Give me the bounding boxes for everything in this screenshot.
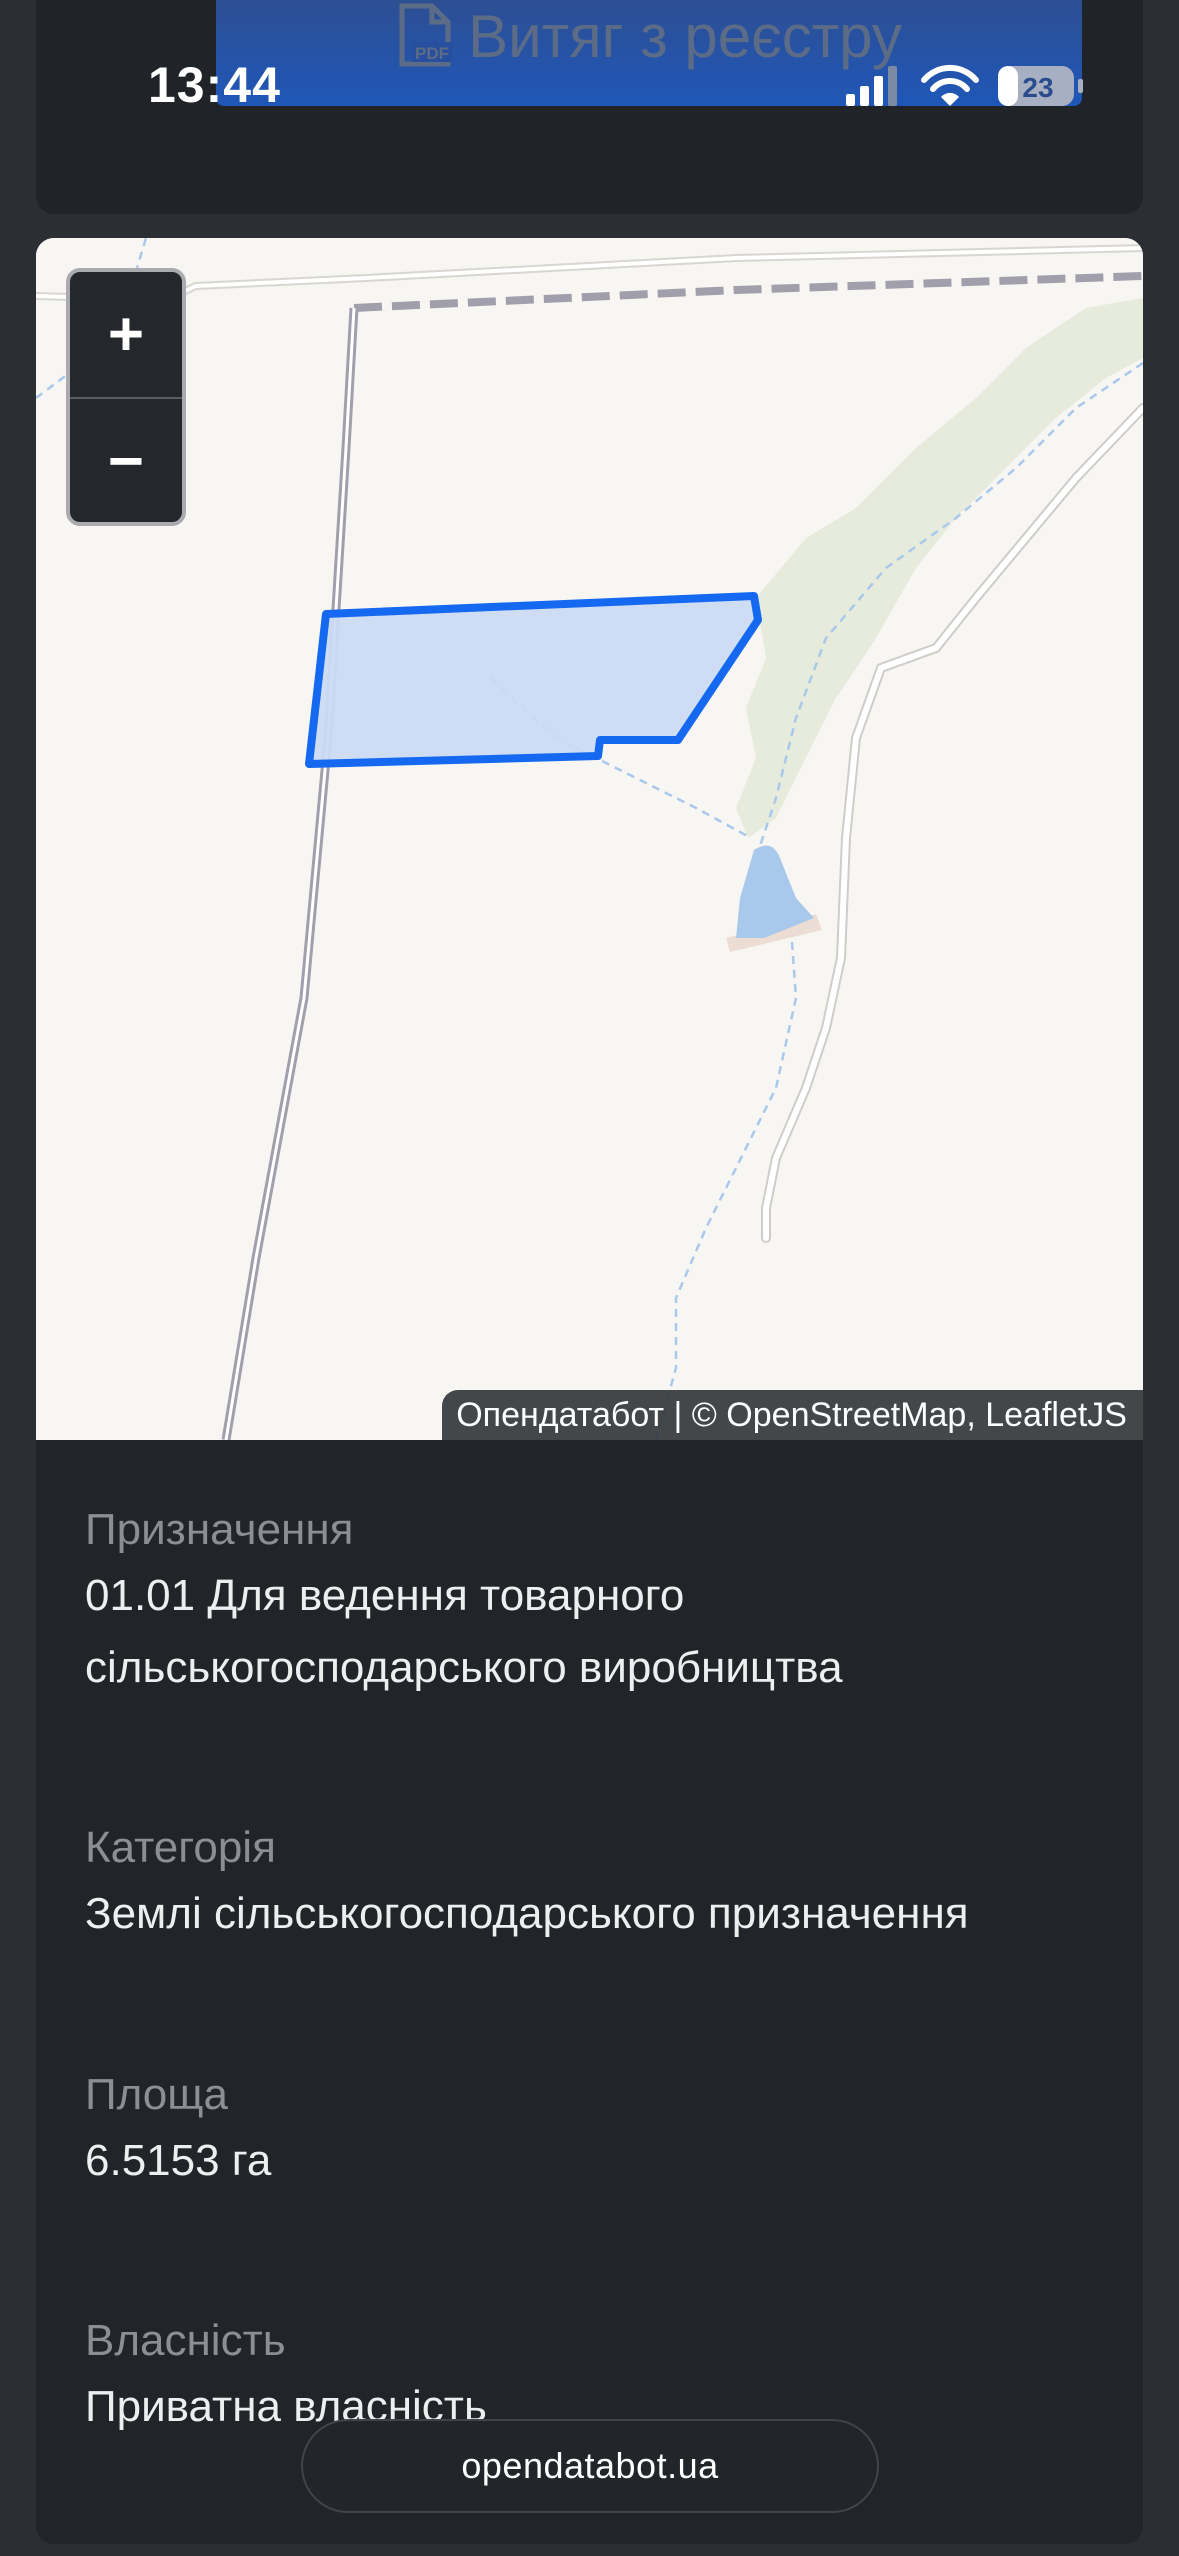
page: PDF Витяг з реєстру 13:44 23 + − Опендат…: [0, 0, 1179, 2556]
info-card: Призначення 01.01 Для ведення товарного …: [36, 1440, 1143, 2544]
map-attribution[interactable]: Опендатабот | © OpenStreetMap, LeafletJS: [442, 1390, 1143, 1440]
field-label: Площа: [85, 2070, 228, 2119]
field-value-line: 6.5153 га: [85, 2136, 272, 2185]
map-canvas[interactable]: [36, 238, 1143, 1440]
pdf-file-icon: PDF: [399, 3, 453, 67]
field-value-line: Землі сільськогосподарського призначення: [85, 1889, 969, 1938]
field-area: Площа 6.5153 га: [85, 2065, 1125, 2197]
zoom-control: + −: [66, 268, 186, 526]
map-card[interactable]: + − Опендатабот | © OpenStreetMap, Leafl…: [36, 238, 1143, 1440]
zoom-in-button[interactable]: +: [70, 272, 182, 399]
zoom-out-button[interactable]: −: [70, 399, 182, 522]
field-value-line: 01.01 Для ведення товарного: [85, 1571, 685, 1620]
field-label: Категорія: [85, 1823, 276, 1872]
field-label: Призначення: [85, 1505, 354, 1554]
field-category: Категорія Землі сільськогосподарського п…: [85, 1818, 1125, 1950]
pdf-extract-button[interactable]: PDF Витяг з реєстру: [216, 0, 1082, 106]
field-label: Власність: [85, 2316, 286, 2365]
browser-url-bar[interactable]: opendatabot.ua: [301, 2419, 879, 2513]
pdf-button-label: Витяг з реєстру: [468, 3, 902, 70]
pdf-icon-text: PDF: [415, 44, 449, 63]
field-value-line: сільськогосподарського виробництва: [85, 1643, 843, 1692]
field-purpose: Призначення 01.01 Для ведення товарного …: [85, 1500, 1125, 1704]
